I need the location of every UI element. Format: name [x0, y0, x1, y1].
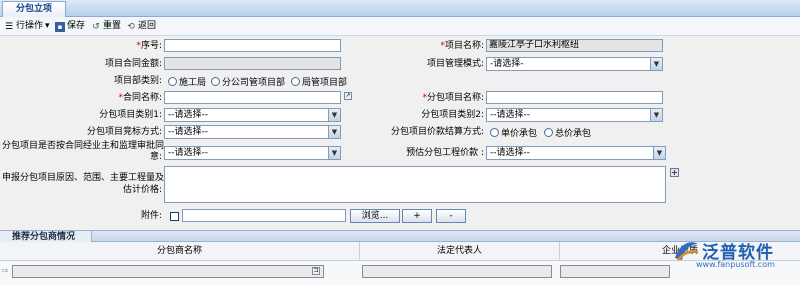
dept-type-label: 项目部类别:	[113, 76, 162, 86]
remove-attachment-button[interactable]: -	[436, 209, 466, 223]
back-button[interactable]: ⟲ 返回	[126, 19, 156, 34]
sub-cat2-value: --请选择--	[490, 110, 530, 120]
contract-name-input[interactable]	[164, 91, 341, 104]
radio-bureau-dept[interactable]: 局管项目部	[291, 75, 347, 88]
approval-value: --请选择--	[168, 148, 208, 158]
project-name-input[interactable]: 嘉陵江亭子口水利枢纽	[486, 39, 663, 52]
mgmt-mode-value: -请选择-	[490, 59, 524, 69]
bid-mode-value: --请选择--	[168, 127, 208, 137]
contract-amount-label: 项目合同金额:	[104, 59, 162, 69]
mgmt-mode-label: 项目管理模式:	[426, 59, 484, 69]
chevron-down-icon: ▾	[45, 21, 50, 31]
brand-logo: 泛普软件 www.fanpusoft.com	[672, 236, 796, 276]
seq-input[interactable]	[164, 39, 341, 52]
estimate-label: 预估分包工程价款 :	[406, 148, 484, 158]
price-settle-label: 分包项目价款结算方式:	[390, 127, 484, 137]
reason-textarea[interactable]	[164, 166, 666, 203]
row-pointer-icon: ⇨	[2, 266, 9, 275]
radio-unit-price[interactable]: 单价承包	[490, 126, 537, 139]
sub-cat2-select[interactable]: --请选择-- ▼	[486, 108, 663, 122]
contract-name-label: *合同名称:	[118, 93, 162, 103]
reset-icon: ↺	[92, 21, 100, 32]
approval-label-2: 意:	[149, 152, 162, 162]
radio-icon	[490, 127, 499, 137]
bid-mode-select[interactable]: --请选择-- ▼	[164, 125, 341, 139]
bid-mode-label: 分包项目竞标方式:	[86, 127, 162, 137]
sub-project-name-label: *分包项目名称:	[422, 93, 484, 103]
attachment-label: 附件:	[140, 211, 162, 221]
attachment-path-input[interactable]	[182, 209, 346, 222]
estimate-select[interactable]: --请选择-- ▼	[486, 146, 666, 160]
save-button[interactable]: ▪ 保存	[55, 19, 85, 34]
chevron-down-icon: ▼	[328, 126, 340, 138]
browse-button[interactable]: 浏览...	[350, 209, 400, 223]
save-label: 保存	[67, 21, 86, 31]
reason-label: 申报分包项目原因、范围、主要工程量及	[2, 173, 165, 183]
reset-button[interactable]: ↺ 重置	[91, 19, 121, 34]
radio-total-price[interactable]: 总价承包	[544, 126, 591, 139]
column-header-legal-rep[interactable]: 法定代表人	[360, 242, 560, 261]
radio-icon	[211, 76, 220, 86]
sub-cat1-select[interactable]: --请选择-- ▼	[164, 108, 341, 122]
chevron-down-icon: ▼	[328, 109, 340, 121]
radio-icon	[168, 76, 177, 86]
save-icon: ▪	[55, 21, 65, 32]
legal-rep-input[interactable]	[362, 265, 552, 278]
radio-branch-dept[interactable]: 分公司管项目部	[211, 75, 285, 88]
radio-icon	[291, 76, 300, 86]
back-label: 返回	[138, 21, 157, 31]
toolbar: ☰ 行操作 ▾ ▪ 保存 ↺ 重置 ⟲ 返回	[0, 17, 800, 36]
mgmt-mode-select[interactable]: -请选择- ▼	[486, 57, 663, 71]
column-header-subcontractor[interactable]: 分包商名称	[0, 242, 360, 261]
reset-label: 重置	[103, 21, 122, 31]
qualification-input[interactable]	[560, 265, 670, 278]
subcontractor-name-input[interactable]	[12, 265, 324, 278]
radio-construction-bureau[interactable]: 施工局	[168, 75, 206, 88]
tab-subcontract-setup[interactable]: 分包立项	[2, 1, 66, 17]
chevron-down-icon: ▼	[653, 147, 665, 159]
sub-cat1-value: --请选择--	[168, 110, 208, 120]
reason-label-2: 估计价格:	[122, 185, 162, 195]
tab-strip: 分包立项	[0, 0, 800, 17]
chevron-down-icon: ▼	[650, 58, 662, 70]
add-attachment-button[interactable]: +	[402, 209, 432, 223]
sub-cat1-label: 分包项目类别1:	[99, 110, 162, 120]
chevron-down-icon: ▼	[328, 147, 340, 159]
row-ops-button[interactable]: ☰ 行操作 ▾	[4, 19, 50, 34]
seq-label: *序号:	[136, 41, 162, 51]
chevron-down-icon: ▼	[650, 109, 662, 121]
attachment-checkbox[interactable]	[170, 212, 179, 221]
logo-url: www.fanpusoft.com	[696, 260, 775, 269]
form-panel: *序号: *项目名称: 嘉陵江亭子口水利枢纽 项目合同金额: 项目管理模式: -…	[0, 36, 800, 230]
lookup-icon[interactable]: ⊐	[312, 267, 320, 275]
expand-plus-icon[interactable]: +	[670, 168, 679, 177]
row-ops-icon: ☰	[4, 21, 14, 32]
lookup-icon[interactable]: ↗	[344, 92, 352, 100]
project-name-label: *项目名称:	[440, 41, 484, 51]
contract-amount-input[interactable]	[164, 57, 341, 70]
approval-select[interactable]: --请选择-- ▼	[164, 146, 341, 160]
row-ops-label: 行操作	[16, 21, 44, 31]
estimate-value: --请选择--	[490, 148, 530, 158]
back-icon: ⟲	[127, 21, 135, 32]
radio-icon	[544, 127, 553, 137]
sub-project-name-input[interactable]	[486, 91, 663, 104]
sub-cat2-label: 分包项目类别2:	[421, 110, 484, 120]
